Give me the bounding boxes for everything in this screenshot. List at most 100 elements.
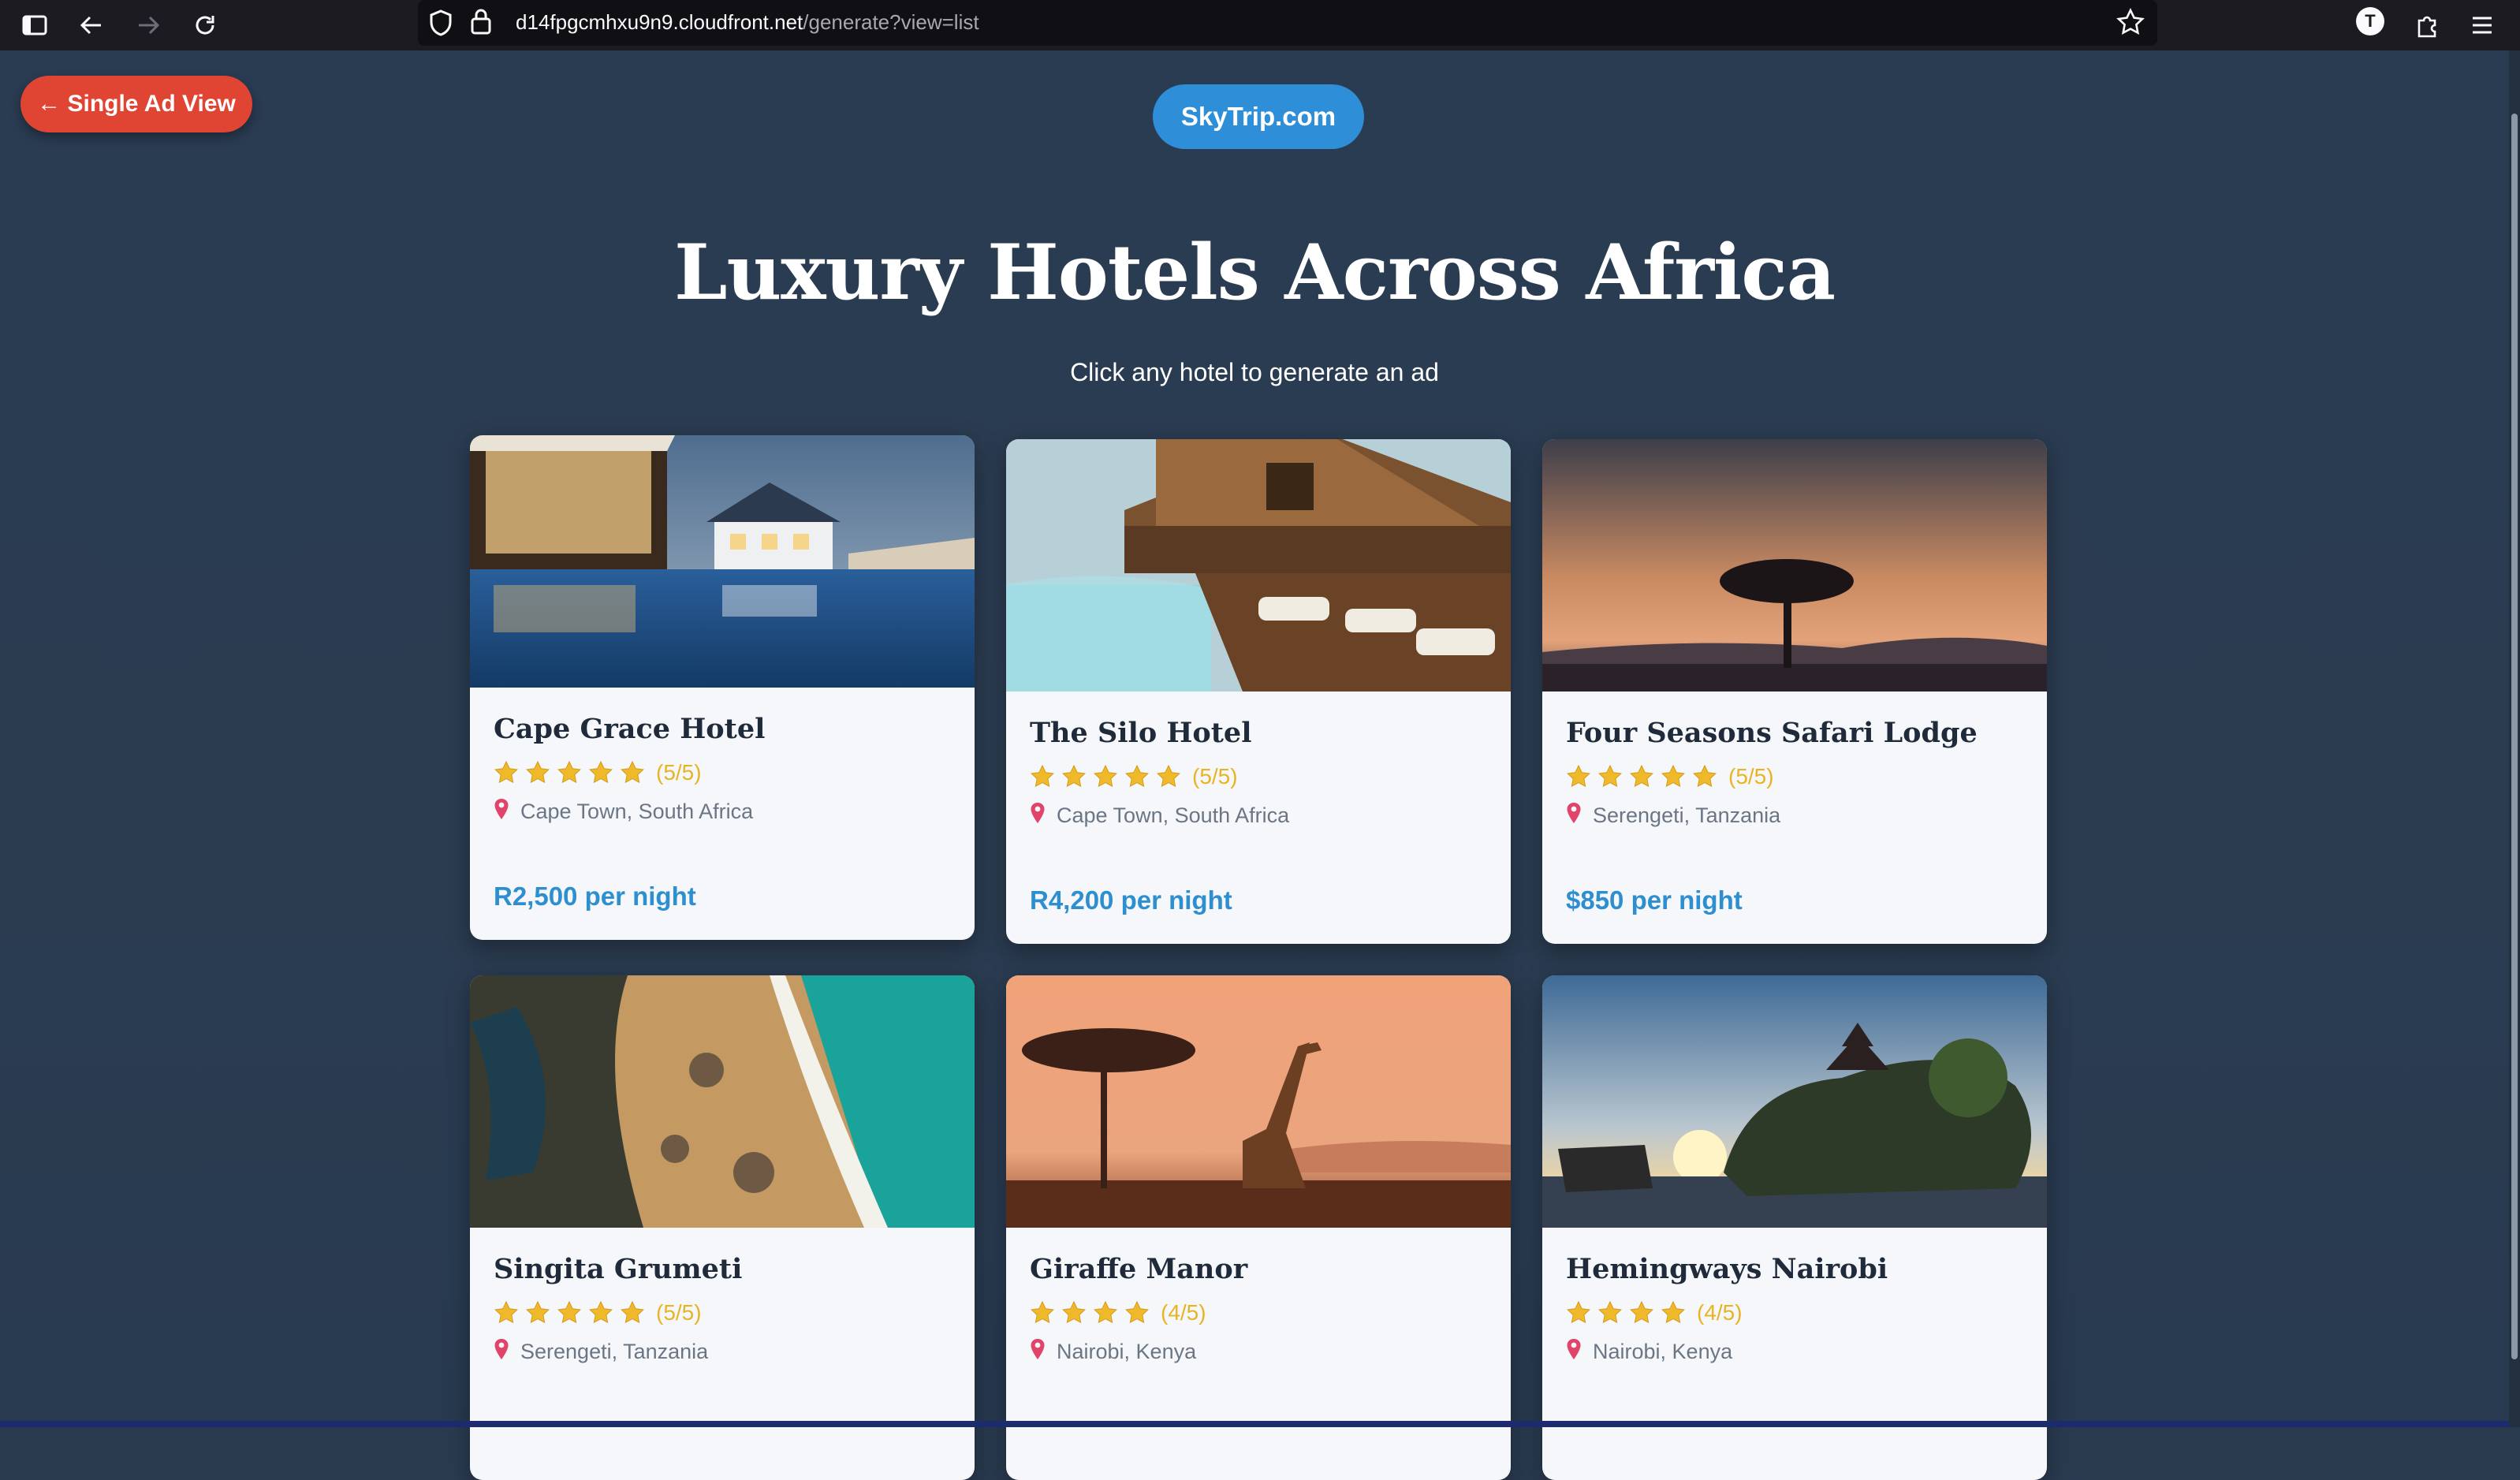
rating-text: (5/5) [1192, 764, 1238, 788]
star-icon [1094, 1300, 1117, 1324]
hotel-rating: (4/5) [1030, 1299, 1206, 1327]
hotel-name: The Silo Hotel [1030, 717, 1252, 749]
star-rating [494, 760, 645, 785]
location-text: Serengeti, Tanzania [1593, 803, 1781, 827]
hotel-price: $850 per night [1566, 885, 1743, 915]
star-rating [1566, 1300, 1686, 1325]
star-icon [1661, 764, 1685, 788]
star-icon [1630, 764, 1653, 788]
location-text: Nairobi, Kenya [1057, 1340, 1197, 1363]
back-arrow-icon[interactable] [73, 6, 110, 44]
hotel-name: Four Seasons Safari Lodge [1566, 717, 1978, 749]
bottom-strip [0, 1421, 2509, 1427]
star-rating [1030, 1300, 1150, 1325]
star-icon [557, 760, 581, 784]
star-icon [1125, 764, 1149, 788]
location-pin-icon [1030, 802, 1046, 829]
star-icon [1157, 764, 1180, 788]
hotel-rating: (5/5) [494, 1299, 702, 1327]
rating-text: (5/5) [1728, 764, 1774, 788]
location-text: Cape Town, South Africa [1057, 803, 1290, 827]
bookmark-star-icon[interactable] [2116, 7, 2145, 39]
star-icon [1567, 1300, 1590, 1324]
hotel-location: Serengeti, Tanzania [494, 1338, 708, 1366]
hotel-image-giraffe [1006, 975, 1511, 1228]
hotel-card[interactable]: Singita Grumeti (5/5) Serengeti, Tanzani… [470, 975, 975, 1480]
hotel-card[interactable]: Giraffe Manor (4/5) Nairobi, Kenya [1006, 975, 1511, 1480]
page-title: Luxury Hotels Across Africa [673, 228, 1836, 317]
star-icon [1062, 1300, 1086, 1324]
star-icon [1094, 764, 1117, 788]
account-avatar[interactable]: T [2356, 7, 2384, 35]
hotel-name: Cape Grace Hotel [494, 713, 766, 745]
hotel-card[interactable]: Four Seasons Safari Lodge (5/5) Serenget… [1542, 439, 2047, 944]
hotel-card[interactable]: Cape Grace Hotel (5/5) Cape Town, South … [470, 435, 975, 940]
rating-text: (5/5) [656, 760, 702, 785]
star-icon [1598, 764, 1622, 788]
star-icon [494, 760, 518, 784]
star-rating [494, 1300, 645, 1325]
page-subtitle: Click any hotel to generate an ad [1070, 358, 1439, 386]
rating-text: (4/5) [1697, 1300, 1743, 1325]
location-text: Cape Town, South Africa [520, 800, 754, 823]
star-icon [526, 760, 550, 784]
star-icon [1031, 1300, 1054, 1324]
shield-icon[interactable] [429, 9, 453, 39]
rating-text: (5/5) [656, 1300, 702, 1325]
star-icon [621, 1300, 644, 1324]
hotel-name: Singita Grumeti [494, 1253, 743, 1285]
reload-icon[interactable] [186, 6, 224, 44]
location-text: Serengeti, Tanzania [520, 1340, 709, 1363]
sidebar-toggle-icon[interactable] [16, 6, 54, 44]
star-icon [1693, 764, 1717, 788]
hotel-image-temple [1542, 975, 2047, 1228]
star-icon [1598, 1300, 1622, 1324]
location-pin-icon [494, 798, 509, 826]
hotel-rating: (5/5) [494, 759, 702, 787]
lock-icon[interactable] [470, 8, 492, 38]
hotel-price: R4,200 per night [1030, 885, 1232, 915]
location-pin-icon [1030, 1338, 1046, 1366]
rating-text: (4/5) [1161, 1300, 1206, 1325]
location-pin-icon [1566, 802, 1582, 829]
star-icon [1031, 764, 1054, 788]
hotel-location: Cape Town, South Africa [1030, 802, 1289, 829]
star-icon [1661, 1300, 1685, 1324]
single-ad-view-button[interactable]: ← Single Ad View [21, 76, 252, 132]
hotel-rating: (5/5) [1030, 762, 1238, 791]
scrollbar-thumb[interactable] [2511, 114, 2518, 1359]
hotel-location: Nairobi, Kenya [1566, 1338, 1732, 1366]
hotel-image-coastline [470, 975, 975, 1228]
hotel-location: Cape Town, South Africa [494, 798, 753, 826]
star-rating [1030, 764, 1181, 789]
address-bar[interactable]: d14fpgcmhxu9n9.cloudfront.net/generate?v… [418, 0, 2157, 46]
hotel-image-lodge [1006, 439, 1511, 692]
page-content: ← Single Ad View SkyTrip.com Luxury Hote… [0, 50, 2509, 1480]
url-text[interactable]: d14fpgcmhxu9n9.cloudfront.net/generate?v… [516, 10, 979, 35]
forward-arrow-icon[interactable] [129, 6, 167, 44]
hotel-card[interactable]: The Silo Hotel (5/5) Cape Town, South Af… [1006, 439, 1511, 944]
star-rating [1566, 764, 1717, 789]
hotel-price: R2,500 per night [494, 882, 696, 911]
star-icon [557, 1300, 581, 1324]
hotel-name: Hemingways Nairobi [1566, 1253, 1888, 1285]
extensions-puzzle-icon[interactable] [2408, 6, 2446, 44]
location-pin-icon [1566, 1338, 1582, 1366]
browser-toolbar: d14fpgcmhxu9n9.cloudfront.net/generate?v… [0, 0, 2520, 50]
location-pin-icon [494, 1338, 509, 1366]
hotel-image-pool [470, 435, 975, 688]
hotel-location: Serengeti, Tanzania [1566, 802, 1780, 829]
star-icon [1125, 1300, 1149, 1324]
star-icon [621, 760, 644, 784]
menu-hamburger-icon[interactable] [2463, 6, 2501, 44]
star-icon [494, 1300, 518, 1324]
hotel-location: Nairobi, Kenya [1030, 1338, 1196, 1366]
scrollbar[interactable] [2509, 50, 2520, 1427]
hotel-card[interactable]: Hemingways Nairobi (4/5) Nairobi, Kenya [1542, 975, 2047, 1480]
star-icon [1630, 1300, 1653, 1324]
brand-button[interactable]: SkyTrip.com [1153, 84, 1364, 149]
location-text: Nairobi, Kenya [1593, 1340, 1733, 1363]
hotel-name: Giraffe Manor [1030, 1253, 1248, 1285]
star-icon [1567, 764, 1590, 788]
hotel-image-savanna [1542, 439, 2047, 692]
